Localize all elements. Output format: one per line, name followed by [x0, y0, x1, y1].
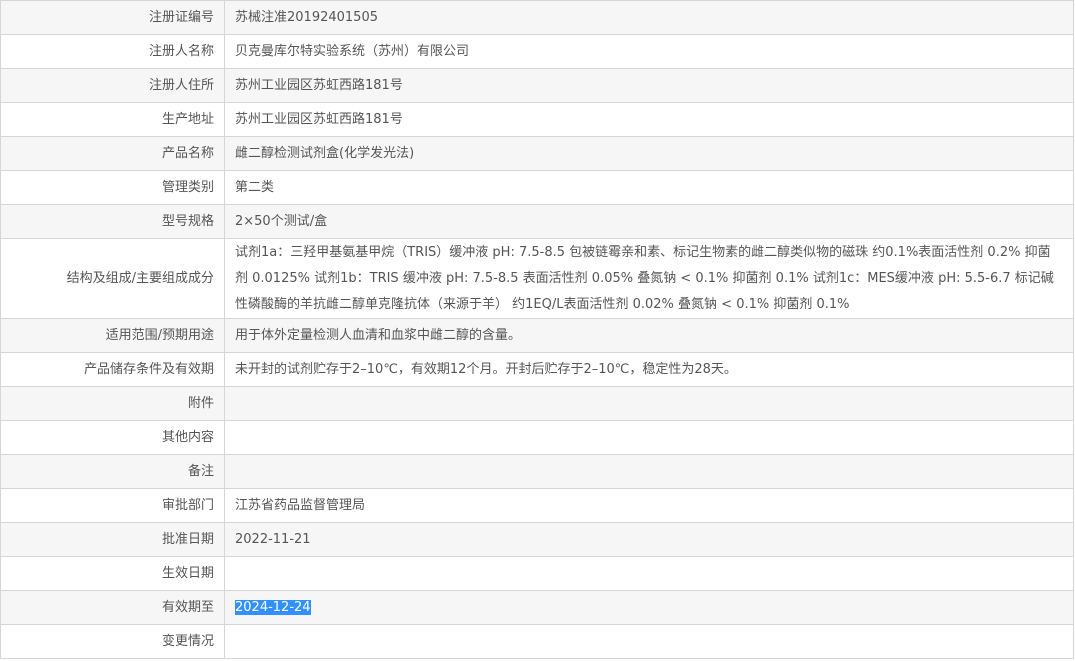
- field-value: 苏州工业园区苏虹西路181号: [224, 102, 1074, 137]
- table-row: 变更情况: [0, 624, 1074, 659]
- table-row: 审批部门 江苏省药品监督管理局: [0, 488, 1074, 523]
- field-value: 苏州工业园区苏虹西路181号: [224, 68, 1074, 103]
- table-row: 结构及组成/主要组成成分 试剂1a：三羟甲基氨基甲烷（TRIS）缓冲液 pH: 7…: [0, 238, 1074, 319]
- field-value: 江苏省药品监督管理局: [224, 488, 1074, 523]
- field-label: 适用范围/预期用途: [0, 318, 225, 353]
- field-label: 生产地址: [0, 102, 225, 137]
- field-value: 雌二醇检测试剂盒(化学发光法): [224, 136, 1074, 171]
- field-value: 第二类: [224, 170, 1074, 205]
- table-row: 其他内容: [0, 420, 1074, 455]
- field-label: 注册人名称: [0, 34, 225, 69]
- field-label: 注册人住所: [0, 68, 225, 103]
- field-value: [224, 556, 1074, 591]
- registration-detail-table: 注册证编号 苏械注准20192401505 注册人名称 贝克曼库尔特实验系统（苏州）有…: [0, 0, 1074, 659]
- field-label: 产品储存条件及有效期: [0, 352, 225, 387]
- table-row: 适用范围/预期用途 用于体外定量检测人血清和血浆中雌二醇的含量。: [0, 318, 1074, 353]
- table-row: 产品名称 雌二醇检测试剂盒(化学发光法): [0, 136, 1074, 171]
- table-row: 有效期至 2024-12-24: [0, 590, 1074, 625]
- field-label: 型号规格: [0, 204, 225, 239]
- table-row: 型号规格 2×50个测试/盒: [0, 204, 1074, 239]
- table-row: 管理类别 第二类: [0, 170, 1074, 205]
- field-label: 审批部门: [0, 488, 225, 523]
- field-label: 备注: [0, 454, 225, 489]
- field-label: 变更情况: [0, 624, 225, 659]
- field-value: 用于体外定量检测人血清和血浆中雌二醇的含量。: [224, 318, 1074, 353]
- field-label: 结构及组成/主要组成成分: [0, 238, 225, 319]
- field-label: 注册证编号: [0, 0, 225, 35]
- field-label: 生效日期: [0, 556, 225, 591]
- field-value: 未开封的试剂贮存于2–10℃，有效期12个月。开封后贮存于2–10℃，稳定性为2…: [224, 352, 1074, 387]
- table-row: 注册人住所 苏州工业园区苏虹西路181号: [0, 68, 1074, 103]
- field-value: 贝克曼库尔特实验系统（苏州）有限公司: [224, 34, 1074, 69]
- field-value: [224, 624, 1074, 659]
- field-label: 附件: [0, 386, 225, 421]
- field-value: 2024-12-24: [224, 590, 1074, 625]
- table-row: 生效日期: [0, 556, 1074, 591]
- field-value: [224, 420, 1074, 455]
- field-label: 其他内容: [0, 420, 225, 455]
- table-row: 生产地址 苏州工业园区苏虹西路181号: [0, 102, 1074, 137]
- table-row: 批准日期 2022-11-21: [0, 522, 1074, 557]
- field-value: [224, 386, 1074, 421]
- field-value: [224, 454, 1074, 489]
- table-row: 注册人名称 贝克曼库尔特实验系统（苏州）有限公司: [0, 34, 1074, 69]
- field-label: 管理类别: [0, 170, 225, 205]
- field-label: 产品名称: [0, 136, 225, 171]
- field-value: 苏械注准20192401505: [224, 0, 1074, 35]
- table-row: 附件: [0, 386, 1074, 421]
- field-value: 2×50个测试/盒: [224, 204, 1074, 239]
- table-row: 备注: [0, 454, 1074, 489]
- field-value: 2022-11-21: [224, 522, 1074, 557]
- field-label: 有效期至: [0, 590, 225, 625]
- selected-text[interactable]: 2024-12-24: [235, 599, 311, 615]
- table-row: 产品储存条件及有效期 未开封的试剂贮存于2–10℃，有效期12个月。开封后贮存于2…: [0, 352, 1074, 387]
- table-row: 注册证编号 苏械注准20192401505: [0, 0, 1074, 35]
- field-value: 试剂1a：三羟甲基氨基甲烷（TRIS）缓冲液 pH: 7.5-8.5 包被链霉亲…: [224, 238, 1074, 319]
- field-label: 批准日期: [0, 522, 225, 557]
